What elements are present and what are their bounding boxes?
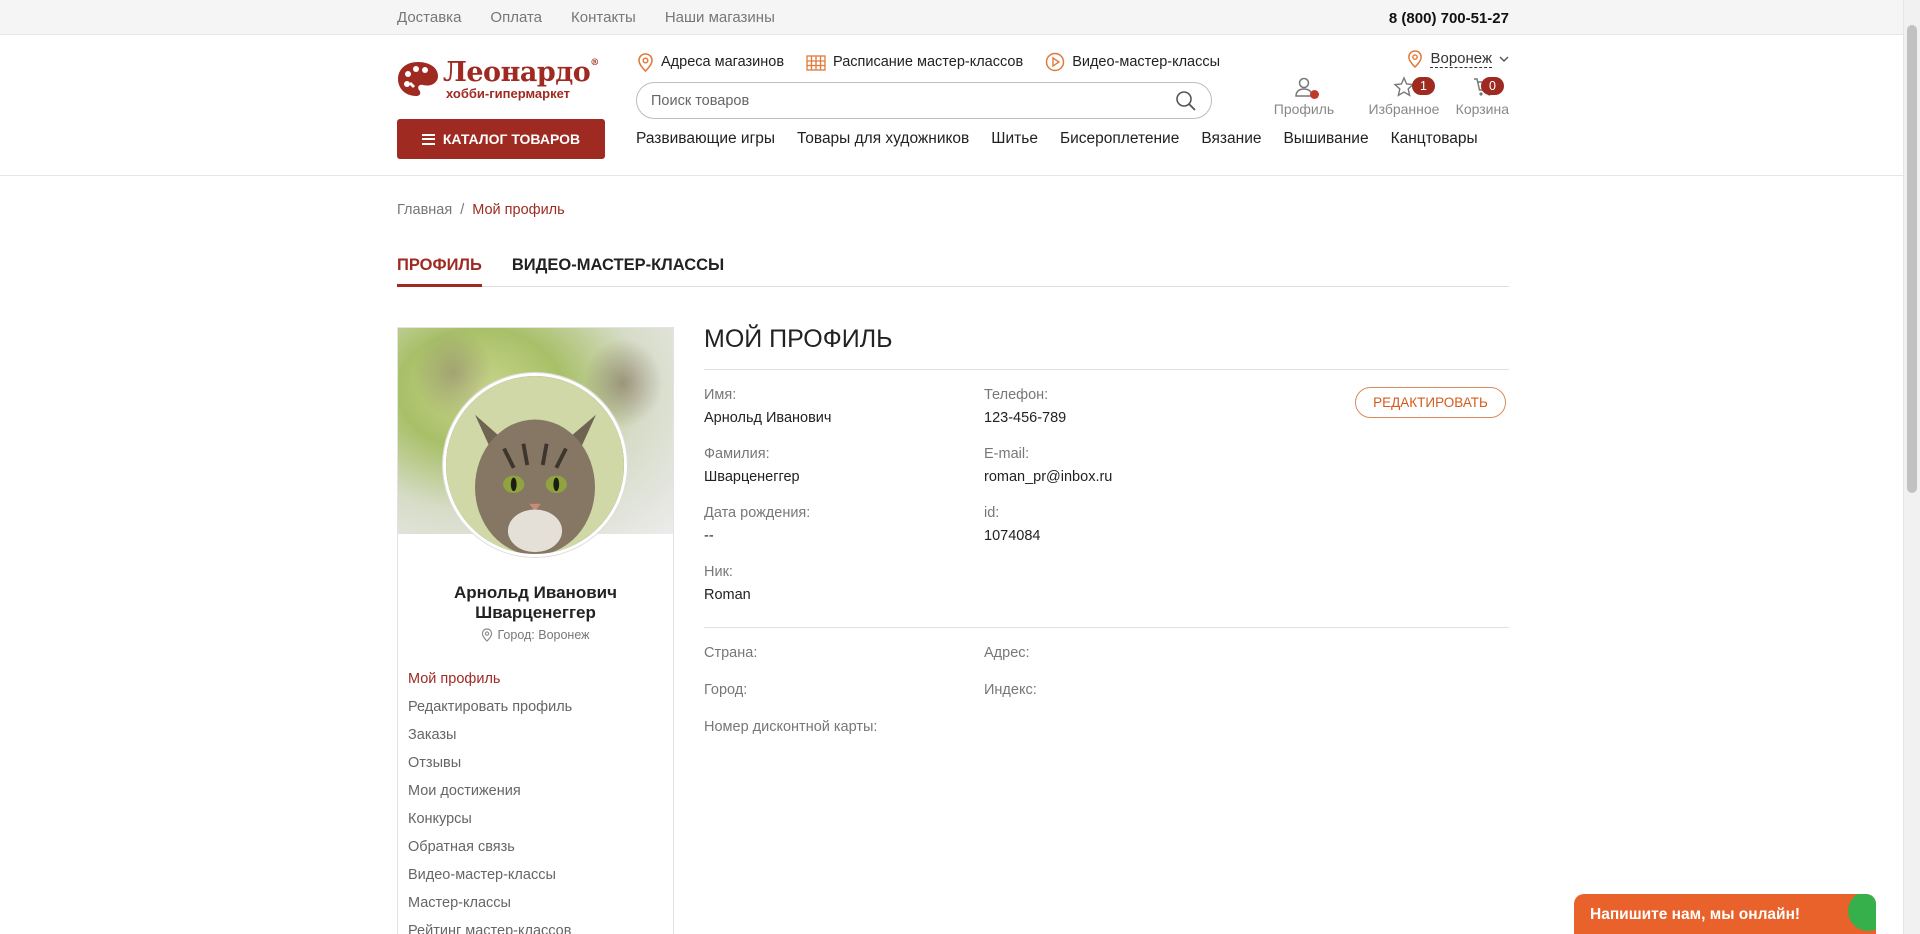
breadcrumb-home[interactable]: Главная xyxy=(397,202,452,218)
field-phone: Телефон: 123-456-789 xyxy=(984,387,1067,426)
top-utility-bar: Доставка Оплата Контакты Наши магазины 8… xyxy=(0,0,1920,35)
field-id: id: 1074084 xyxy=(984,505,1041,544)
cart-label: Корзина xyxy=(1455,101,1509,117)
profile-label: Профиль xyxy=(1273,101,1335,117)
profile-side-menu: Мой профиль Редактировать профиль Заказы… xyxy=(408,671,572,934)
nav-item-embroidery[interactable]: Вышивание xyxy=(1283,130,1368,148)
side-menu-my-profile[interactable]: Мой профиль xyxy=(408,671,572,699)
phone-number[interactable]: 8 (800) 700-51-27 xyxy=(1389,10,1509,27)
search-input[interactable] xyxy=(651,92,1175,109)
top-link-delivery[interactable]: Доставка xyxy=(397,9,461,26)
location-pin-icon xyxy=(482,628,493,642)
side-menu-achievements[interactable]: Мои достижения xyxy=(408,783,572,811)
location-pin-icon xyxy=(638,52,653,72)
field-address: Адрес: xyxy=(984,645,1030,661)
top-link-contacts[interactable]: Контакты xyxy=(571,9,636,26)
top-link-stores[interactable]: Наши магазины xyxy=(665,9,775,26)
page-title: МОЙ ПРОФИЛЬ xyxy=(704,325,1509,370)
chat-label: Напишите нам, мы онлайн! xyxy=(1590,906,1801,923)
side-menu-class-rating[interactable]: Рейтинг мастер-классов xyxy=(408,923,572,934)
side-menu-edit-profile[interactable]: Редактировать профиль xyxy=(408,699,572,727)
scrollbar-thumb[interactable] xyxy=(1907,25,1917,493)
quicklink-video-classes[interactable]: Видео-мастер-классы xyxy=(1045,52,1220,72)
favorites-label: Избранное xyxy=(1368,101,1440,117)
main-nav: Развивающие игры Товары для художников Ш… xyxy=(636,130,1478,148)
tab-video-classes[interactable]: ВИДЕО-МАСТЕР-КЛАССЫ xyxy=(512,254,724,287)
favorites-count-badge: 1 xyxy=(1412,77,1435,95)
top-links: Доставка Оплата Контакты Наши магазины xyxy=(397,9,775,26)
breadcrumb-current: Мой профиль xyxy=(472,202,565,218)
breadcrumb: Главная / Мой профиль xyxy=(397,202,565,218)
user-full-name: Арнольд Иванович Шварценеггер xyxy=(454,583,617,622)
logo-registered-mark: ® xyxy=(590,57,599,68)
calendar-grid-icon xyxy=(806,54,826,71)
field-first-name: Имя: Арнольд Иванович xyxy=(704,387,832,426)
catalog-button[interactable]: КАТАЛОГ ТОВАРОВ xyxy=(397,119,605,159)
profile-details: МОЙ ПРОФИЛЬ РЕДАКТИРОВАТЬ Имя: Арнольд И… xyxy=(704,325,1509,735)
nav-item-knitting[interactable]: Вязание xyxy=(1201,130,1261,148)
field-nickname: Ник: Roman xyxy=(704,564,751,603)
edit-profile-button[interactable]: РЕДАКТИРОВАТЬ xyxy=(1355,387,1506,418)
top-link-payment[interactable]: Оплата xyxy=(490,9,542,26)
page-scrollbar[interactable] xyxy=(1903,0,1920,934)
search-box xyxy=(636,82,1212,119)
user-card: Арнольд Иванович Шварценеггер Город: Вор… xyxy=(397,327,674,934)
city-selector[interactable]: Воронеж xyxy=(1407,50,1509,68)
cart-count-badge: 0 xyxy=(1481,77,1504,95)
nav-item-sewing[interactable]: Шитье xyxy=(991,130,1038,148)
quicklink-store-addresses[interactable]: Адреса магазинов xyxy=(637,52,784,72)
online-chat-widget[interactable]: Напишите нам, мы онлайн! xyxy=(1574,894,1876,934)
favorites-link[interactable]: 1 Избранное xyxy=(1354,76,1454,117)
field-zip: Индекс: xyxy=(984,682,1037,698)
nav-item-beading[interactable]: Бисероплетение xyxy=(1060,130,1179,148)
side-menu-contests[interactable]: Конкурсы xyxy=(408,811,572,839)
breadcrumb-separator: / xyxy=(460,202,465,218)
side-menu-feedback[interactable]: Обратная связь xyxy=(408,839,572,867)
cart-link[interactable]: 0 Корзина xyxy=(1454,76,1509,117)
nav-item-educational-games[interactable]: Развивающие игры xyxy=(636,130,775,148)
profile-tabs: ПРОФИЛЬ ВИДЕО-МАСТЕР-КЛАССЫ xyxy=(397,254,1509,287)
field-birth-date: Дата рождения: -- xyxy=(704,505,811,544)
quicklink-schedule[interactable]: Расписание мастер-классов xyxy=(806,52,1023,72)
user-icons: Профиль 1 Избранное 0 Корзина xyxy=(1254,76,1509,117)
logo-name: Леонардо xyxy=(443,56,591,88)
search-icon[interactable] xyxy=(1175,90,1197,112)
nav-item-stationery[interactable]: Канцтовары xyxy=(1391,130,1478,148)
avatar[interactable] xyxy=(443,373,627,557)
location-pin-icon xyxy=(1408,50,1423,68)
site-header: Леонардо® хобби-гипермаркет КАТАЛОГ ТОВА… xyxy=(0,35,1920,176)
side-menu-video-classes[interactable]: Видео-мастер-классы xyxy=(408,867,572,895)
field-city: Город: xyxy=(704,682,748,698)
menu-icon xyxy=(421,133,435,145)
chat-status-indicator xyxy=(1848,894,1876,931)
palette-logo-icon xyxy=(398,62,438,96)
user-city: Город: Воронеж xyxy=(398,628,673,642)
profile-link[interactable]: Профиль xyxy=(1254,76,1354,117)
field-last-name: Фамилия: Шварценеггер xyxy=(704,446,800,485)
field-country: Страна: xyxy=(704,645,758,661)
side-menu-reviews[interactable]: Отзывы xyxy=(408,755,572,783)
nav-item-art-supplies[interactable]: Товары для художников xyxy=(797,130,969,148)
logo-subtitle: хобби-гипермаркет xyxy=(446,85,571,101)
side-menu-master-classes[interactable]: Мастер-классы xyxy=(408,895,572,923)
side-menu-orders[interactable]: Заказы xyxy=(408,727,572,755)
city-name: Воронеж xyxy=(1430,50,1492,68)
cat-avatar-image xyxy=(446,376,624,554)
field-email: E-mail: roman_pr@inbox.ru xyxy=(984,446,1113,485)
chevron-down-icon xyxy=(1499,56,1509,62)
quick-links: Адреса магазинов Расписание мастер-класс… xyxy=(637,52,1220,72)
logo[interactable]: Леонардо® хобби-гипермаркет xyxy=(397,57,607,101)
notification-dot xyxy=(1310,90,1319,99)
tab-profile[interactable]: ПРОФИЛЬ xyxy=(397,254,482,287)
play-circle-icon xyxy=(1045,52,1065,72)
field-discount-card: Номер дисконтной карты: xyxy=(704,719,878,735)
catalog-button-label: КАТАЛОГ ТОВАРОВ xyxy=(442,131,581,147)
section-divider xyxy=(704,627,1509,628)
